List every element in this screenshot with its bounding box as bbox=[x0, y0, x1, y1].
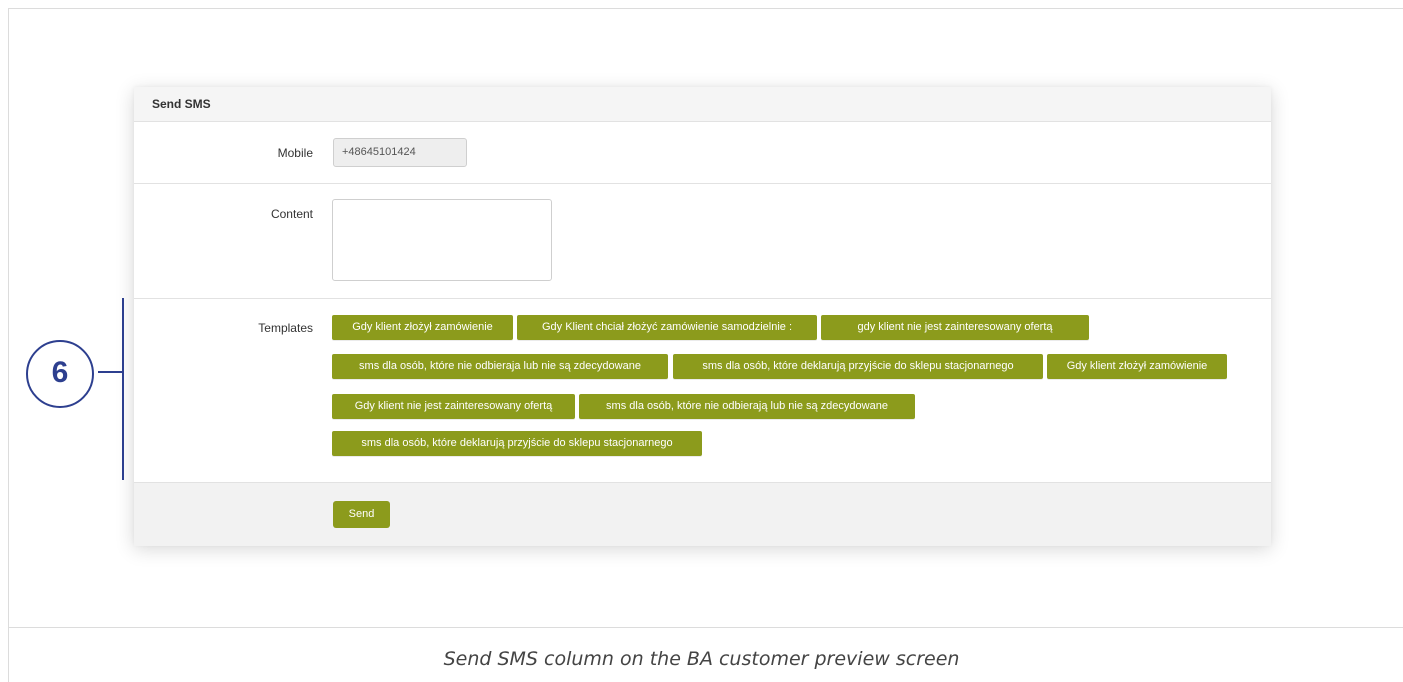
send-button[interactable]: Send bbox=[333, 501, 390, 528]
templates-label: Templates bbox=[258, 321, 313, 335]
panel-footer: Send bbox=[134, 482, 1271, 546]
template-button[interactable]: sms dla osób, które deklarują przyjście … bbox=[673, 354, 1043, 379]
template-button[interactable]: Gdy klient złożył zamówienie bbox=[332, 315, 513, 340]
content-textarea[interactable] bbox=[332, 199, 552, 281]
content-label: Content bbox=[270, 207, 313, 221]
template-button[interactable]: Gdy klient nie jest zainteresowany ofert… bbox=[332, 394, 575, 419]
row-divider bbox=[134, 183, 1271, 184]
mobile-field[interactable]: +48645101424 bbox=[333, 138, 467, 167]
figure-caption: Send SMS column on the BA customer previ… bbox=[443, 648, 960, 670]
annotation-number-badge: 6 bbox=[26, 340, 94, 408]
panel-header: Send SMS bbox=[134, 87, 1271, 122]
row-divider bbox=[134, 298, 1271, 299]
mobile-label: Mobile bbox=[277, 146, 313, 160]
template-button[interactable]: Gdy klient złożył zamówienie bbox=[1047, 354, 1227, 379]
template-button[interactable]: sms dla osób, które nie odbierają lub ni… bbox=[579, 394, 915, 419]
template-button[interactable]: sms dla osób, które deklarują przyjście … bbox=[332, 431, 702, 456]
template-button[interactable]: gdy klient nie jest zainteresowany ofert… bbox=[821, 315, 1089, 340]
send-sms-panel: Send SMS Mobile +48645101424 Content Tem… bbox=[134, 87, 1271, 546]
template-button[interactable]: Gdy Klient chciał złożyć zamówienie samo… bbox=[517, 315, 817, 340]
annotation-bracket bbox=[122, 298, 124, 480]
template-button[interactable]: sms dla osób, które nie odbieraja lub ni… bbox=[332, 354, 668, 379]
annotation-connector bbox=[98, 371, 123, 373]
panel-title: Send SMS bbox=[152, 97, 211, 111]
